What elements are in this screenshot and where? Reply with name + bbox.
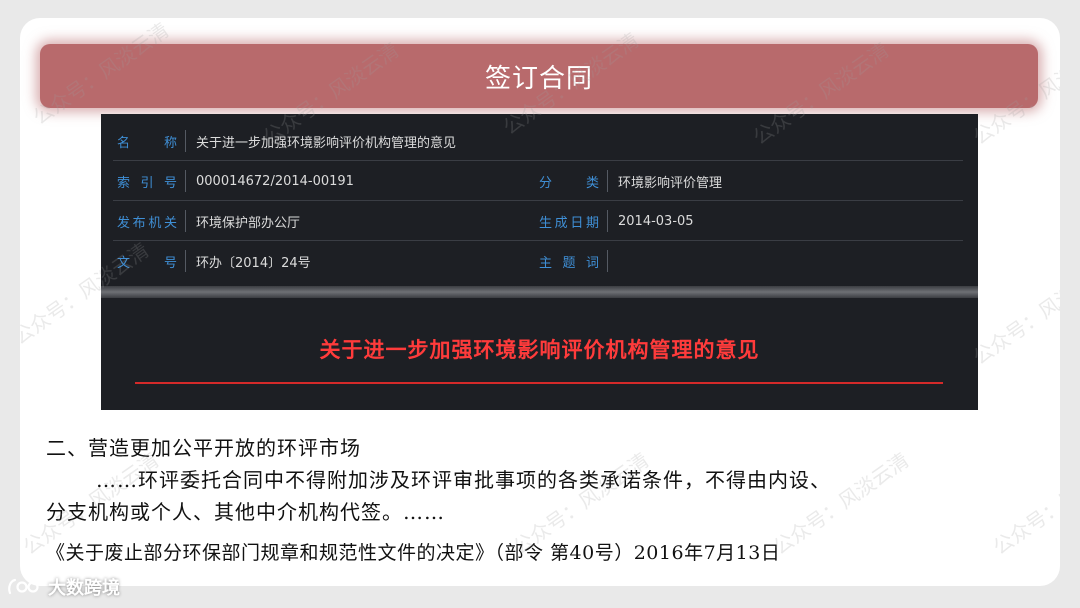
meta-cell: 生成日期 2014-03-05 bbox=[539, 202, 694, 240]
meta-row-publisher: 发布机关 环境保护部办公厅 生成日期 2014-03-05 bbox=[113, 202, 963, 241]
logo-icon bbox=[8, 578, 39, 595]
citation-line: 《关于废止部分环保部门规章和规范性文件的决定》（部令 第40号）2016年7月1… bbox=[46, 542, 781, 564]
meta-value: 环境保护部办公厅 bbox=[196, 215, 301, 231]
meta-label: 分 类 bbox=[539, 175, 599, 191]
meta-separator bbox=[607, 250, 608, 272]
meta-cell: 分 类 环境影响评价管理 bbox=[539, 162, 722, 200]
document-heading: 关于进一步加强环境影响评价机构管理的意见 bbox=[319, 338, 760, 362]
meta-cell: 文 号 环办〔2014〕24号 bbox=[117, 242, 311, 280]
brand-logo: 大数跨境 bbox=[6, 574, 120, 600]
slide-title: 签订合同 bbox=[484, 63, 593, 94]
logo-text: 大数跨境 bbox=[48, 578, 120, 599]
meta-cell: 主题词 bbox=[539, 242, 618, 280]
meta-value: 环办〔2014〕24号 bbox=[196, 255, 311, 271]
meta-separator bbox=[185, 130, 186, 152]
watermark-text: 公众号：风淡云清 bbox=[988, 448, 1060, 560]
meta-separator bbox=[185, 170, 186, 192]
watermark-text: 公众号：风淡云清 bbox=[768, 448, 914, 560]
meta-row-index: 索引号 000014672/2014-00191 分 类 环境影响评价管理 bbox=[113, 162, 963, 201]
meta-separator bbox=[185, 210, 186, 232]
meta-cell: 发布机关 环境保护部办公厅 bbox=[117, 202, 300, 240]
meta-separator bbox=[607, 210, 608, 232]
meta-cell: 名 称 关于进一步加强环境影响评价机构管理的意见 bbox=[117, 122, 456, 160]
meta-label: 文 号 bbox=[117, 255, 177, 271]
meta-separator bbox=[185, 250, 186, 272]
title-bar: 签订合同 bbox=[40, 44, 1038, 108]
meta-cell: 索引号 000014672/2014-00191 bbox=[117, 162, 354, 200]
heading-underline bbox=[135, 382, 943, 384]
meta-value: 000014672/2014-00191 bbox=[196, 173, 354, 189]
meta-value: 2014-03-05 bbox=[618, 213, 694, 229]
meta-value: 关于进一步加强环境影响评价机构管理的意见 bbox=[196, 135, 457, 151]
meta-separator bbox=[607, 170, 608, 192]
body-paragraph-line: 分支机构或个人、其他中介机构代签。…… bbox=[46, 500, 445, 524]
meta-label: 名 称 bbox=[117, 135, 177, 151]
meta-label: 生成日期 bbox=[539, 215, 599, 231]
meta-label: 发布机关 bbox=[117, 215, 177, 231]
meta-row-docnum: 文 号 环办〔2014〕24号 主题词 bbox=[113, 242, 963, 280]
document-screenshot: 名 称 关于进一步加强环境影响评价机构管理的意见 索引号 000014672/2… bbox=[101, 114, 978, 410]
meta-row-name: 名 称 关于进一步加强环境影响评价机构管理的意见 bbox=[113, 122, 963, 161]
slide-card: 签订合同 名 称 关于进一步加强环境影响评价机构管理的意见 索引号 000014… bbox=[20, 18, 1060, 586]
meta-label: 索引号 bbox=[117, 175, 177, 191]
body-paragraph-line: ……环评委托合同中不得附加涉及环评审批事项的各类承诺条件，不得由内设、 bbox=[96, 468, 831, 492]
watermark-text: 公众号：风淡云清 bbox=[968, 258, 1060, 370]
divider-band bbox=[101, 286, 978, 298]
meta-value: 环境影响评价管理 bbox=[618, 175, 723, 191]
meta-label: 主题词 bbox=[539, 255, 599, 271]
section-heading: 二、营造更加公平开放的环评市场 bbox=[46, 436, 361, 460]
